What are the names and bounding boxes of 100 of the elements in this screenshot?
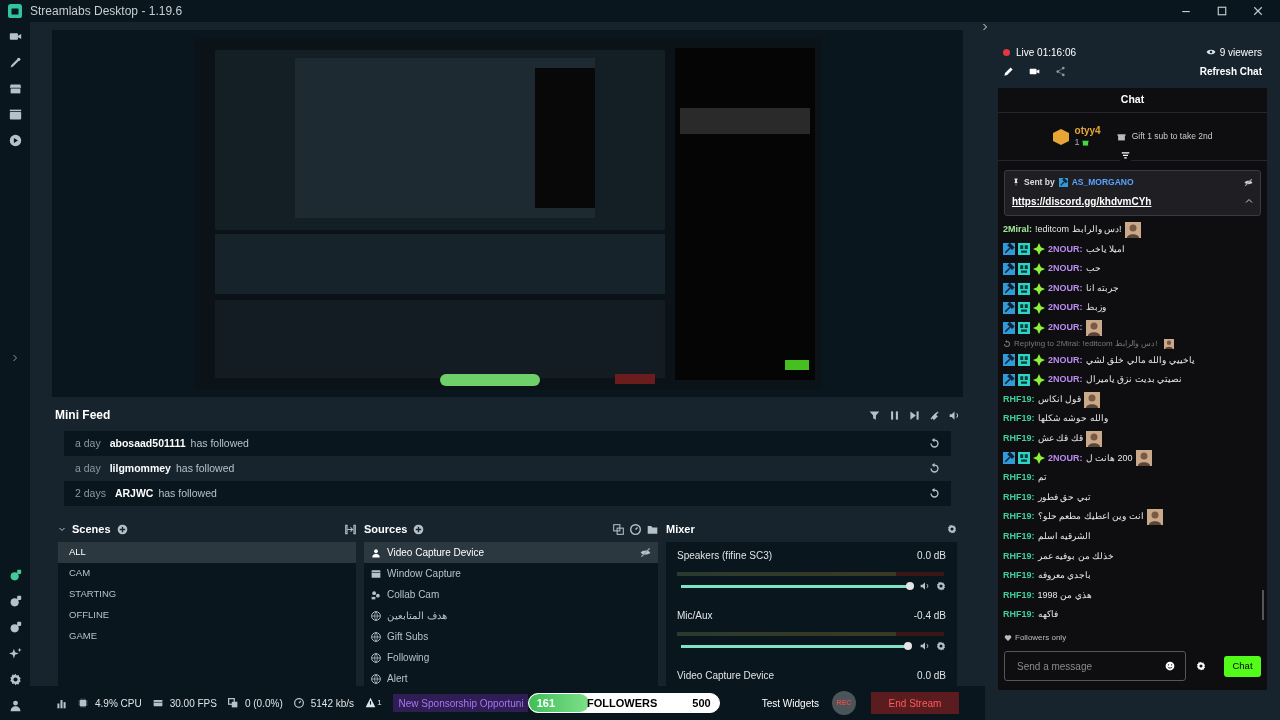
scrollbar[interactable] bbox=[1262, 590, 1264, 620]
pause-icon[interactable] bbox=[889, 409, 900, 421]
add-icon[interactable] bbox=[413, 523, 425, 535]
speaker-icon[interactable] bbox=[920, 581, 930, 592]
scene-item[interactable]: GAME bbox=[58, 626, 356, 648]
chat-username: RHF19: bbox=[1003, 529, 1035, 543]
clapperboard-icon[interactable] bbox=[8, 108, 22, 121]
chat-username: 2NOUR: bbox=[1048, 353, 1083, 367]
scene-item[interactable]: CAM bbox=[58, 563, 356, 585]
chat-message: خذلك من بوفيه عمر bbox=[1037, 549, 1115, 564]
subscriber-badge-icon bbox=[1018, 452, 1030, 465]
chat-mode: Followers only bbox=[1015, 632, 1067, 644]
scene-item[interactable]: STARTING bbox=[58, 584, 356, 606]
stat-text: 4.9% CPU bbox=[95, 696, 142, 711]
sponsorship-banner[interactable]: New Sponsorship Opportuni bbox=[392, 694, 528, 713]
chat-message: هذي من 1998 bbox=[1037, 588, 1092, 603]
pinned-label: Sent by bbox=[1024, 176, 1055, 189]
chat-message: حب bbox=[1085, 262, 1101, 276]
collapse-chat-icon[interactable] bbox=[981, 22, 989, 32]
settings-icon[interactable] bbox=[1196, 661, 1206, 671]
play-icon[interactable] bbox=[8, 134, 22, 147]
stats-icon[interactable] bbox=[56, 697, 67, 709]
plugin-icon[interactable] bbox=[8, 621, 22, 634]
volume-reading: 0.0 dB bbox=[917, 669, 946, 684]
filter-icon[interactable] bbox=[869, 409, 880, 421]
chat-message: جربته انا bbox=[1085, 281, 1120, 295]
add-icon[interactable] bbox=[116, 523, 128, 535]
source-item[interactable]: Collab Cam bbox=[364, 584, 658, 606]
edit-icon[interactable] bbox=[1003, 65, 1014, 77]
sparkle-icon[interactable] bbox=[8, 647, 22, 660]
chat-username: 2NOUR: bbox=[1048, 301, 1083, 315]
emote-icon bbox=[1124, 221, 1141, 238]
plugin-icon[interactable] bbox=[8, 569, 22, 582]
gift-prompt: Gift 1 sub to take 2nd bbox=[1131, 130, 1213, 143]
chat-message: اميلا ياخب bbox=[1085, 242, 1126, 256]
speaker-icon[interactable] bbox=[920, 641, 930, 652]
split-icon[interactable] bbox=[345, 523, 356, 535]
replay-icon[interactable] bbox=[929, 463, 940, 475]
chat-message: فاكهه bbox=[1037, 608, 1058, 622]
chat-message: وزبط bbox=[1085, 301, 1106, 315]
refresh-chat-button[interactable]: Refresh Chat bbox=[1199, 63, 1262, 79]
chat-username: 2Miral: bbox=[1003, 223, 1032, 237]
brush-icon[interactable] bbox=[8, 56, 22, 69]
source-item[interactable]: Video Capture Device bbox=[364, 542, 658, 564]
source-item[interactable]: Following bbox=[364, 647, 658, 669]
share-icon[interactable] bbox=[1055, 65, 1066, 77]
camera-icon[interactable] bbox=[8, 30, 22, 43]
heart-icon bbox=[1004, 634, 1012, 642]
subscriber-badge-icon bbox=[1018, 373, 1030, 386]
chat-username: RHF19: bbox=[1003, 471, 1035, 485]
emoji-icon[interactable] bbox=[1165, 661, 1175, 671]
globe-icon bbox=[371, 631, 381, 642]
user-icon[interactable] bbox=[8, 699, 22, 712]
chat-message: تم bbox=[1037, 471, 1047, 485]
chat-username: RHF19: bbox=[1003, 392, 1035, 406]
collapse-icon[interactable] bbox=[1120, 151, 1131, 161]
replay-icon[interactable] bbox=[929, 438, 940, 450]
dropped-frames-icon bbox=[227, 698, 238, 709]
gift-icon bbox=[1081, 139, 1089, 147]
settings-icon[interactable] bbox=[936, 581, 946, 592]
panel-title: Scenes bbox=[72, 521, 111, 537]
source-item[interactable]: Gift Subs bbox=[364, 626, 658, 648]
moderator-badge-icon bbox=[1003, 243, 1015, 256]
settings-icon[interactable] bbox=[8, 673, 22, 686]
diamond-badge-icon bbox=[1033, 302, 1045, 315]
end-stream-button[interactable]: End Stream bbox=[871, 692, 959, 715]
gift-icon[interactable] bbox=[1116, 132, 1126, 141]
pinned-link[interactable]: https://discord.gg/khdvmCYh bbox=[1012, 193, 1152, 209]
settings-icon[interactable] bbox=[936, 641, 946, 652]
unpin-icon[interactable] bbox=[1244, 177, 1253, 187]
source-item[interactable]: Alert bbox=[364, 668, 658, 687]
chat-username: 2NOUR: bbox=[1048, 281, 1083, 295]
mute-alerts-icon[interactable] bbox=[929, 409, 940, 421]
test-widgets-button[interactable]: Test Widgets bbox=[761, 695, 819, 711]
chat-title: Chat bbox=[1119, 92, 1146, 108]
volume-icon[interactable] bbox=[949, 409, 960, 421]
store-icon[interactable] bbox=[8, 82, 22, 95]
source-item[interactable]: هدف المتابعين bbox=[364, 605, 658, 627]
chat-message: قول انكاس bbox=[1037, 392, 1082, 407]
plugin-icon[interactable] bbox=[8, 595, 22, 608]
maximize-icon[interactable] bbox=[1216, 5, 1228, 17]
copy-icon[interactable] bbox=[613, 523, 624, 535]
source-item[interactable]: Window Capture bbox=[364, 563, 658, 585]
hidden-icon[interactable] bbox=[640, 547, 651, 559]
username: lilgmommey bbox=[109, 460, 171, 476]
settings-icon[interactable] bbox=[947, 524, 957, 535]
warning-icon[interactable] bbox=[365, 697, 377, 709]
emote-icon bbox=[1084, 391, 1101, 408]
moderator-badge-icon bbox=[1003, 263, 1015, 275]
replay-icon[interactable] bbox=[929, 488, 940, 500]
chat-send-button[interactable]: Chat bbox=[1224, 655, 1261, 677]
moderator-badge-icon bbox=[1003, 354, 1015, 367]
scene-item[interactable]: ALL bbox=[58, 542, 356, 564]
close-icon[interactable] bbox=[1252, 5, 1264, 17]
stat-text: 5142 kb/s bbox=[310, 696, 355, 711]
chat-message: الشرقيه اسلم bbox=[1037, 529, 1092, 543]
message-field[interactable]: Send a message bbox=[1004, 651, 1186, 681]
folder-icon[interactable] bbox=[647, 523, 658, 535]
scene-item[interactable]: OFFLINE bbox=[58, 605, 356, 627]
skip-icon[interactable] bbox=[909, 409, 920, 421]
